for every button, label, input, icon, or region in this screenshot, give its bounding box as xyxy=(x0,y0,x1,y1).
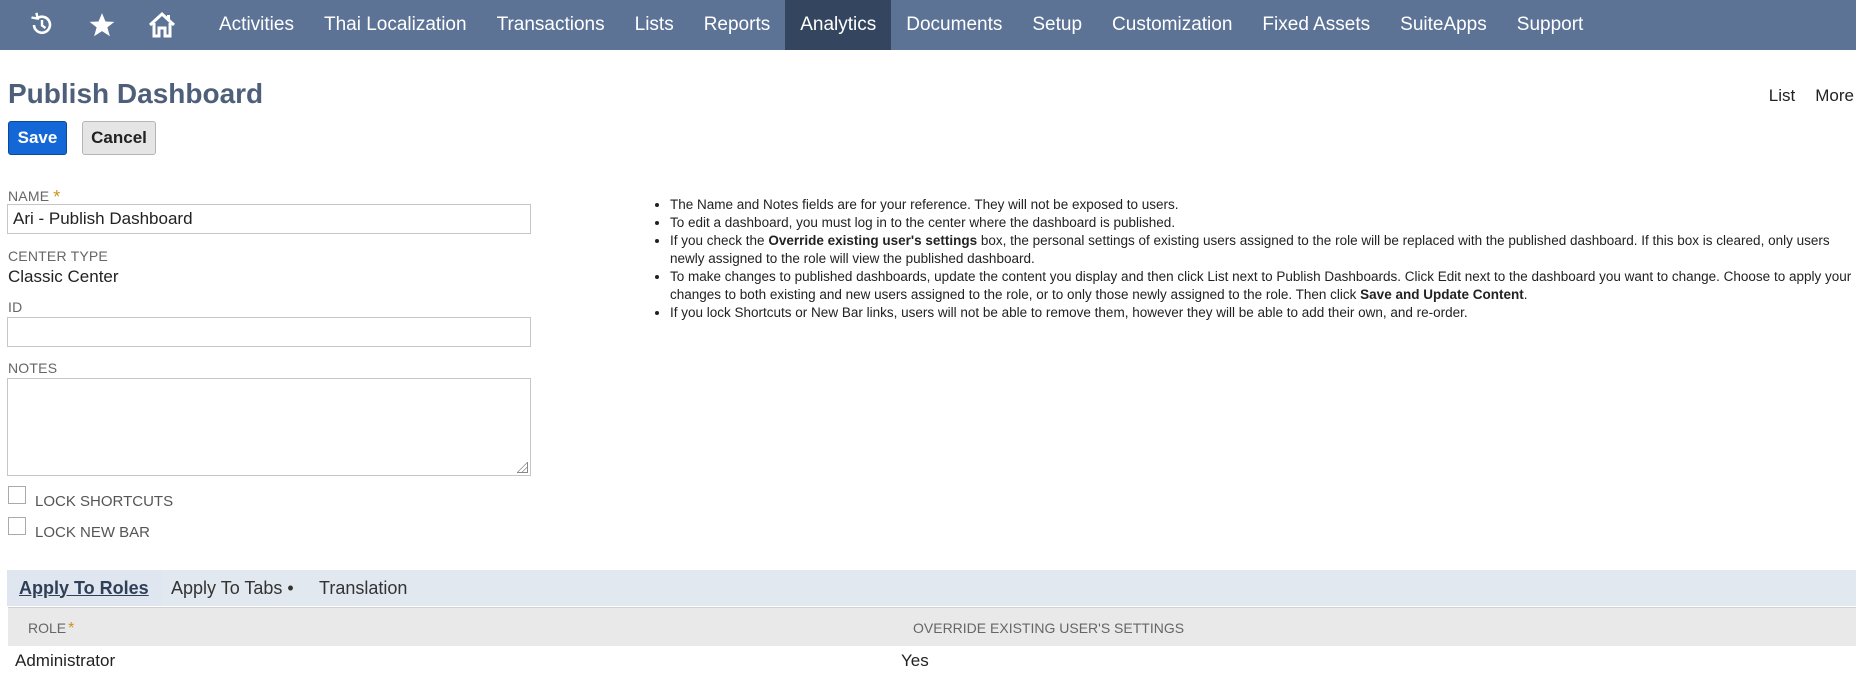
nav-item-transactions[interactable]: Transactions xyxy=(482,0,620,50)
id-field[interactable] xyxy=(7,317,531,347)
table-row[interactable]: Administrator Yes xyxy=(8,646,1856,680)
role-header-text: ROLE xyxy=(28,620,67,636)
notes-textarea[interactable] xyxy=(7,378,531,476)
role-cell: Administrator xyxy=(15,651,116,670)
home-icon[interactable] xyxy=(132,0,192,50)
star-icon[interactable] xyxy=(72,0,132,50)
required-icon: * xyxy=(68,620,75,637)
nav-item-documents[interactable]: Documents xyxy=(891,0,1017,50)
nav-item-analytics[interactable]: Analytics xyxy=(785,0,892,50)
lock-shortcuts-label: LOCK SHORTCUTS xyxy=(35,493,174,510)
lock-shortcuts-checkbox[interactable] xyxy=(8,486,26,504)
name-label-text: NAME xyxy=(8,188,50,204)
help-bullet: To edit a dashboard, you must log in to … xyxy=(670,214,1856,232)
nav-item-fixed-assets[interactable]: Fixed Assets xyxy=(1247,0,1385,50)
subtab-bar: Apply To Roles Apply To Tabs • Translati… xyxy=(7,570,1856,606)
tab-translation[interactable]: Translation xyxy=(319,570,407,606)
nav-item-lists[interactable]: Lists xyxy=(620,0,689,50)
tab-translation-label: Translation xyxy=(319,577,408,598)
tab-apply-to-tabs[interactable]: Apply To Tabs • xyxy=(171,570,294,606)
center-type-label: CENTER TYPE xyxy=(8,248,108,264)
nav-item-activities[interactable]: Activities xyxy=(204,0,309,50)
resize-grip-icon[interactable] xyxy=(517,462,528,473)
help-bullet: If you check the Override existing user'… xyxy=(670,232,1856,268)
nav-item-setup[interactable]: Setup xyxy=(1017,0,1097,50)
help-bullet: If you lock Shortcuts or New Bar links, … xyxy=(670,304,1856,322)
id-label: ID xyxy=(8,299,23,315)
nav-item-support[interactable]: Support xyxy=(1502,0,1599,50)
nav-item-suiteapps[interactable]: SuiteApps xyxy=(1385,0,1502,50)
save-button[interactable]: Save xyxy=(8,121,67,155)
nav-item-customization[interactable]: Customization xyxy=(1097,0,1247,50)
help-text: The Name and Notes fields are for your r… xyxy=(670,197,1179,212)
help-text: To edit a dashboard, you must log in to … xyxy=(670,215,1176,230)
role-column-header[interactable]: ROLE * xyxy=(28,620,74,638)
lock-new-bar-label: LOCK NEW BAR xyxy=(35,524,151,541)
main-menu: Activities Thai Localization Transactions L… xyxy=(204,0,1598,50)
nav-item-thai-localization[interactable]: Thai Localization xyxy=(309,0,482,50)
recent-icon[interactable] xyxy=(12,0,72,50)
override-column-header[interactable]: OVERRIDE EXISTING USER'S SETTINGS xyxy=(913,620,1184,636)
help-emphasis: Override existing user's settings xyxy=(768,233,978,248)
lock-new-bar-checkbox[interactable] xyxy=(8,517,26,535)
name-field[interactable] xyxy=(7,204,531,234)
top-navigation-bar: Activities Thai Localization Transactions L… xyxy=(0,0,1856,50)
help-bullet: The Name and Notes fields are for your r… xyxy=(670,196,1856,214)
help-emphasis: Save and Update Content xyxy=(1360,287,1524,302)
help-bullet: To make changes to published dashboards,… xyxy=(670,268,1856,304)
cancel-button[interactable]: Cancel xyxy=(82,121,156,155)
more-link[interactable]: More xyxy=(1815,86,1854,106)
override-cell: Yes xyxy=(901,651,929,670)
tab-apply-to-tabs-label: Apply To Tabs • xyxy=(171,577,294,598)
roles-table-header: ROLE * OVERRIDE EXISTING USER'S SETTINGS xyxy=(8,607,1856,646)
page-links: List More xyxy=(1769,86,1854,106)
page-title: Publish Dashboard xyxy=(8,78,264,109)
name-label: NAME * xyxy=(8,185,60,207)
nav-item-reports[interactable]: Reports xyxy=(689,0,786,50)
tab-apply-to-roles[interactable]: Apply To Roles xyxy=(7,570,161,606)
center-type-value: Classic Center xyxy=(8,267,119,286)
help-text: To make changes to published dashboards,… xyxy=(670,269,1852,302)
help-text: If you check the xyxy=(670,233,769,248)
help-notes: The Name and Notes fields are for your r… xyxy=(652,196,1856,322)
list-link[interactable]: List xyxy=(1769,86,1795,106)
notes-label: NOTES xyxy=(8,360,58,376)
tab-apply-to-roles-label: Apply To Roles xyxy=(19,577,149,598)
help-text: . xyxy=(1523,287,1528,302)
help-text: If you lock Shortcuts or New Bar links, … xyxy=(670,305,1468,320)
